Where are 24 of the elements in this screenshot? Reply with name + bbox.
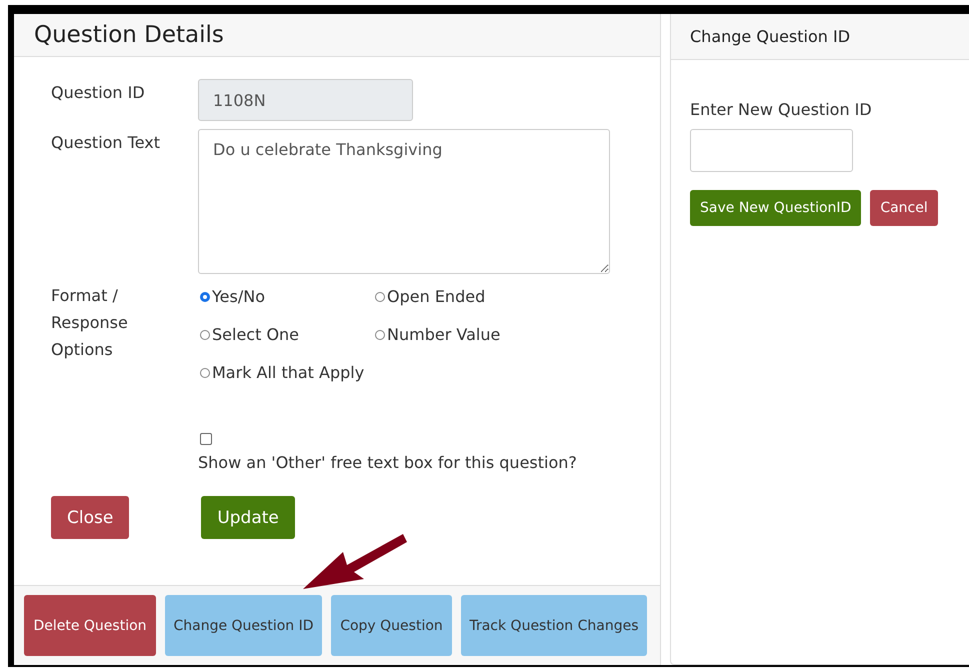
radio-option[interactable]: Yes/No [198,284,373,309]
track-changes-button[interactable]: Track Question Changes [461,595,647,656]
field-label: Format / Response Options [51,285,129,361]
delete-button[interactable]: Delete Question [24,595,156,656]
question-text-field[interactable]: Do u celebrate Thanksgiving [198,129,610,274]
radio-option[interactable]: Number Value [373,322,573,347]
update-button[interactable]: Update [201,496,295,539]
field-label: Question ID [51,82,146,104]
panel-title: Change Question ID [690,27,850,46]
cancel-button[interactable]: Cancel [870,190,938,226]
copy-button[interactable]: Copy Question [331,595,452,656]
question-id-field[interactable]: 1108N [198,79,413,121]
field-label: Question Text [51,132,161,154]
close-button[interactable]: Close [51,496,130,539]
save-button[interactable]: Save New QuestionID [690,190,862,226]
change-id-button[interactable]: Change Question ID [165,595,322,656]
new-id-field[interactable] [690,129,853,172]
panel-title: Question Details [34,22,224,48]
radio-option[interactable]: Select One [198,322,373,347]
field-label: Enter New Question ID [690,100,872,119]
radio-option[interactable]: Mark All that Apply [198,360,373,385]
checkbox[interactable] [200,433,212,445]
checkbox-label: Show an 'Other' free text box for this question? [198,453,577,472]
radio-option[interactable]: Open Ended [373,284,573,309]
